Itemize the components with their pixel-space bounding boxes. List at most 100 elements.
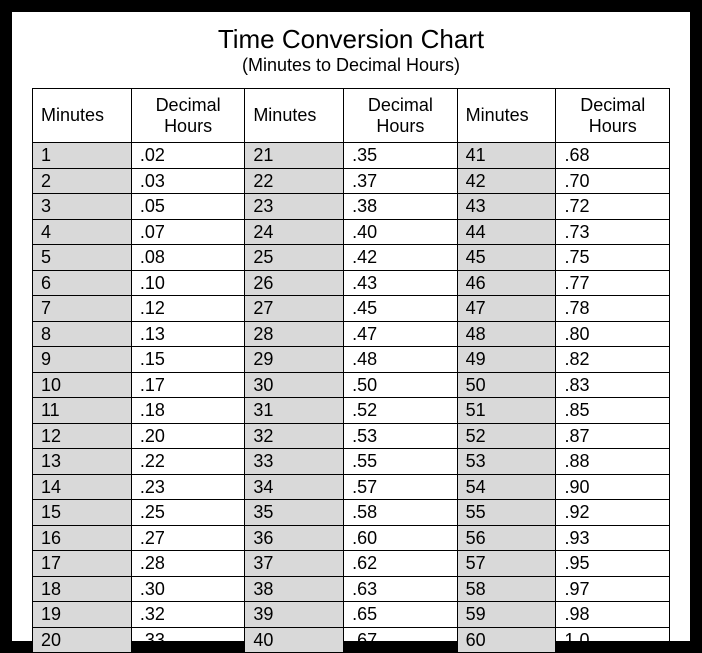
cell-decimal-hours: .90	[556, 474, 670, 500]
cell-minutes: 27	[245, 296, 344, 322]
cell-minutes: 5	[33, 245, 132, 271]
cell-minutes: 23	[245, 194, 344, 220]
table-row: 17.2837.6257.95	[33, 551, 670, 577]
cell-minutes: 42	[457, 168, 556, 194]
cell-decimal-hours: .17	[131, 372, 244, 398]
cell-decimal-hours: .82	[556, 347, 670, 373]
cell-minutes: 50	[457, 372, 556, 398]
table-row: 10.1730.5050.83	[33, 372, 670, 398]
table-row: 20.3340.67601.0	[33, 627, 670, 653]
cell-decimal-hours: .45	[344, 296, 457, 322]
cell-minutes: 32	[245, 423, 344, 449]
cell-minutes: 26	[245, 270, 344, 296]
cell-minutes: 24	[245, 219, 344, 245]
cell-decimal-hours: .55	[344, 449, 457, 475]
cell-minutes: 49	[457, 347, 556, 373]
header-decimal-1: Decimal Hours	[131, 89, 244, 143]
table-header-row: Minutes Decimal Hours Minutes Decimal Ho…	[33, 89, 670, 143]
cell-decimal-hours: .18	[131, 398, 244, 424]
table-row: 9.1529.4849.82	[33, 347, 670, 373]
cell-decimal-hours: .67	[344, 627, 457, 653]
header-minutes-3: Minutes	[457, 89, 556, 143]
cell-minutes: 22	[245, 168, 344, 194]
cell-decimal-hours: .43	[344, 270, 457, 296]
cell-minutes: 48	[457, 321, 556, 347]
table-row: 13.2233.5553.88	[33, 449, 670, 475]
cell-minutes: 18	[33, 576, 132, 602]
cell-decimal-hours: .22	[131, 449, 244, 475]
cell-decimal-hours: .63	[344, 576, 457, 602]
cell-minutes: 29	[245, 347, 344, 373]
cell-decimal-hours: .37	[344, 168, 457, 194]
cell-decimal-hours: .62	[344, 551, 457, 577]
cell-minutes: 45	[457, 245, 556, 271]
cell-decimal-hours: .10	[131, 270, 244, 296]
table-row: 4.0724.4044.73	[33, 219, 670, 245]
cell-decimal-hours: .70	[556, 168, 670, 194]
cell-decimal-hours: .08	[131, 245, 244, 271]
table-row: 19.3239.6559.98	[33, 602, 670, 628]
cell-decimal-hours: .12	[131, 296, 244, 322]
cell-minutes: 6	[33, 270, 132, 296]
cell-minutes: 40	[245, 627, 344, 653]
cell-minutes: 58	[457, 576, 556, 602]
cell-decimal-hours: .73	[556, 219, 670, 245]
header-minutes-2: Minutes	[245, 89, 344, 143]
cell-decimal-hours: .78	[556, 296, 670, 322]
header-minutes-1: Minutes	[33, 89, 132, 143]
cell-minutes: 14	[33, 474, 132, 500]
cell-minutes: 44	[457, 219, 556, 245]
table-row: 1.0221.3541.68	[33, 143, 670, 169]
cell-minutes: 4	[33, 219, 132, 245]
cell-minutes: 9	[33, 347, 132, 373]
cell-decimal-hours: .32	[131, 602, 244, 628]
conversion-table: Minutes Decimal Hours Minutes Decimal Ho…	[32, 88, 670, 653]
cell-decimal-hours: .83	[556, 372, 670, 398]
cell-minutes: 1	[33, 143, 132, 169]
table-row: 12.2032.5352.87	[33, 423, 670, 449]
cell-minutes: 41	[457, 143, 556, 169]
cell-minutes: 19	[33, 602, 132, 628]
cell-decimal-hours: .28	[131, 551, 244, 577]
cell-decimal-hours: .47	[344, 321, 457, 347]
table-row: 15.2535.5855.92	[33, 500, 670, 526]
cell-decimal-hours: .95	[556, 551, 670, 577]
cell-minutes: 11	[33, 398, 132, 424]
cell-minutes: 39	[245, 602, 344, 628]
cell-decimal-hours: .25	[131, 500, 244, 526]
cell-minutes: 10	[33, 372, 132, 398]
cell-minutes: 30	[245, 372, 344, 398]
chart-paper: Time Conversion Chart (Minutes to Decima…	[12, 12, 690, 641]
cell-minutes: 2	[33, 168, 132, 194]
cell-decimal-hours: .23	[131, 474, 244, 500]
cell-minutes: 20	[33, 627, 132, 653]
cell-minutes: 33	[245, 449, 344, 475]
chart-title: Time Conversion Chart	[32, 24, 670, 55]
cell-minutes: 38	[245, 576, 344, 602]
cell-minutes: 57	[457, 551, 556, 577]
cell-minutes: 36	[245, 525, 344, 551]
table-body: 1.0221.3541.682.0322.3742.703.0523.3843.…	[33, 143, 670, 653]
cell-decimal-hours: .97	[556, 576, 670, 602]
cell-minutes: 15	[33, 500, 132, 526]
cell-decimal-hours: .02	[131, 143, 244, 169]
cell-decimal-hours: .93	[556, 525, 670, 551]
cell-minutes: 53	[457, 449, 556, 475]
table-row: 16.2736.6056.93	[33, 525, 670, 551]
cell-minutes: 12	[33, 423, 132, 449]
cell-minutes: 43	[457, 194, 556, 220]
cell-minutes: 13	[33, 449, 132, 475]
cell-decimal-hours: .20	[131, 423, 244, 449]
cell-decimal-hours: .87	[556, 423, 670, 449]
cell-decimal-hours: .03	[131, 168, 244, 194]
cell-minutes: 46	[457, 270, 556, 296]
cell-decimal-hours: .80	[556, 321, 670, 347]
cell-decimal-hours: .53	[344, 423, 457, 449]
cell-decimal-hours: 1.0	[556, 627, 670, 653]
cell-decimal-hours: .38	[344, 194, 457, 220]
cell-decimal-hours: .60	[344, 525, 457, 551]
table-row: 18.3038.6358.97	[33, 576, 670, 602]
cell-decimal-hours: .58	[344, 500, 457, 526]
cell-minutes: 54	[457, 474, 556, 500]
cell-minutes: 3	[33, 194, 132, 220]
